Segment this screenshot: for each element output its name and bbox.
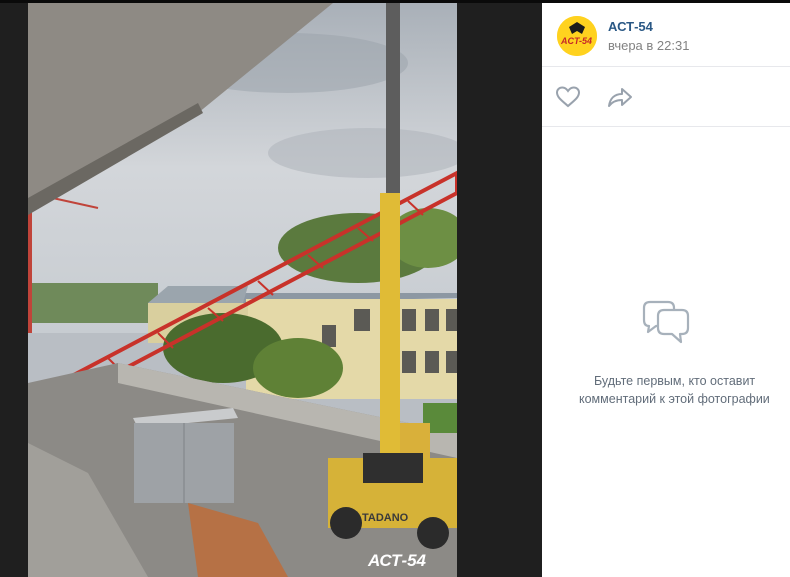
chat-bubbles-icon	[638, 298, 694, 350]
empty-text-line2: комментарий к этой фотографии	[579, 392, 770, 406]
share-button[interactable]	[606, 85, 634, 111]
post-header: ACT-54 АСТ-54 вчера в 22:31	[542, 3, 790, 67]
author-logo-icon: ACT-54	[557, 16, 597, 56]
empty-comments-text: Будьте первым, кто оставит комментарий к…	[542, 372, 790, 408]
heart-icon	[555, 86, 581, 108]
post-actions	[542, 67, 790, 127]
empty-comments: Будьте первым, кто оставит комментарий к…	[542, 298, 790, 408]
crane-brand-text: TADANO	[362, 512, 409, 524]
empty-text-line1: Будьте первым, кто оставит	[594, 374, 756, 388]
author-name-link[interactable]: АСТ-54	[608, 19, 653, 34]
like-button[interactable]	[555, 85, 583, 111]
photo-viewer: TADANO АСТ-54	[0, 3, 542, 577]
svg-text:ACT-54: ACT-54	[560, 36, 592, 46]
avatar[interactable]: ACT-54	[557, 16, 597, 56]
share-arrow-icon	[608, 88, 632, 107]
watermark-text: АСТ-54	[367, 551, 427, 570]
post-photo[interactable]: TADANO АСТ-54	[28, 3, 457, 577]
comments-panel: ACT-54 АСТ-54 вчера в 22:31 Будьте первы…	[542, 3, 790, 577]
post-date: вчера в 22:31	[608, 38, 690, 53]
